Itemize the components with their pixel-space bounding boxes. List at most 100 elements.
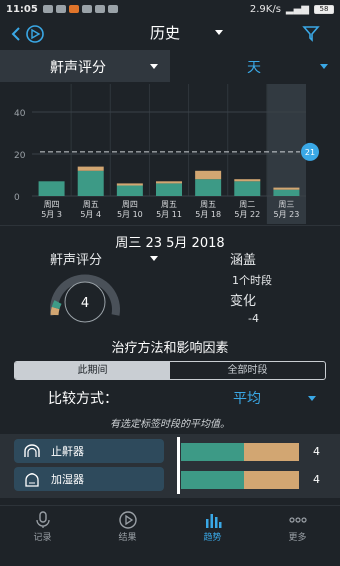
app-screen: 11:05 2.9K/s ▂▄▆ 58 历史 鼾声评分 天 0 20 40 周四… bbox=[0, 0, 340, 566]
message-icon bbox=[55, 5, 66, 13]
app-notification-icon bbox=[81, 5, 92, 13]
x-tick-weekday: 周四 bbox=[44, 200, 60, 209]
metric-dropdown-label: 鼾声评分 bbox=[50, 60, 106, 76]
bar-segment bbox=[234, 181, 261, 196]
bar-segment bbox=[273, 187, 300, 190]
bar-segment bbox=[116, 185, 143, 196]
tab-this-period[interactable]: 此期间 bbox=[15, 362, 170, 379]
chevron-down-icon bbox=[150, 64, 158, 69]
factor-bar-green bbox=[181, 443, 244, 461]
app-notification-icon bbox=[68, 5, 79, 13]
bar-segment bbox=[195, 179, 222, 196]
back-button[interactable] bbox=[10, 24, 50, 44]
bar-segment bbox=[273, 189, 300, 196]
x-tick-weekday: 周二 bbox=[239, 200, 255, 209]
nav-label: 记录 bbox=[33, 533, 52, 543]
chevron-down-icon[interactable] bbox=[308, 396, 316, 401]
bar-segment bbox=[156, 183, 182, 196]
coverage-value: 1个时段 bbox=[232, 274, 272, 287]
average-marker-line bbox=[177, 437, 180, 494]
tab-all-periods[interactable]: 全部时段 bbox=[170, 362, 325, 379]
change-value: -4 bbox=[248, 312, 259, 325]
bar-segment bbox=[116, 183, 143, 186]
selector-row: 鼾声评分 天 bbox=[0, 50, 340, 82]
factor-bar-tan bbox=[243, 471, 299, 489]
x-tick-date: 5月 11 bbox=[156, 210, 182, 219]
y-tick-label: 20 bbox=[14, 151, 26, 161]
score-metric-label[interactable]: 鼾声评分 bbox=[50, 249, 102, 268]
nav-record[interactable]: 记录 bbox=[0, 506, 85, 566]
nav-more[interactable]: 更多 bbox=[255, 506, 340, 566]
y-tick-label: 0 bbox=[14, 193, 20, 203]
signal-icon: ▂▄▆ bbox=[285, 3, 309, 15]
factor-bar bbox=[181, 471, 299, 489]
x-tick-date: 5月 4 bbox=[80, 210, 101, 219]
gauge-score: 4 bbox=[81, 296, 89, 311]
factor-item-mouthguard[interactable]: 止鼾器 bbox=[14, 439, 164, 463]
back-play-icon bbox=[11, 25, 44, 43]
factor-label: 止鼾器 bbox=[51, 445, 84, 458]
x-tick-weekday: 周五 bbox=[83, 200, 99, 209]
metric-dropdown[interactable]: 鼾声评分 bbox=[0, 50, 170, 82]
factor-value: 4 bbox=[313, 445, 320, 458]
nav-label: 趋势 bbox=[203, 533, 222, 543]
bar-segment bbox=[77, 170, 104, 196]
battery-icon: 58 bbox=[314, 4, 334, 14]
factor-label: 加湿器 bbox=[51, 473, 84, 486]
bar-segment bbox=[156, 181, 182, 184]
chat-icon bbox=[42, 5, 53, 13]
x-tick-date: 5月 18 bbox=[195, 210, 221, 219]
bar-segment bbox=[195, 170, 222, 180]
period-segmented-control: 此期间 全部时段 bbox=[14, 361, 326, 380]
bar-segment bbox=[77, 166, 104, 171]
change-title: 变化 bbox=[230, 294, 257, 309]
chart-svg: 02040周四5月 3周五5月 4周四5月 10周五5月 11周五5月 18周二… bbox=[14, 84, 319, 224]
mouthguard-icon bbox=[24, 444, 40, 457]
factor-bar bbox=[181, 443, 299, 461]
chevron-down-icon[interactable] bbox=[150, 256, 158, 261]
compare-label: 比较方式： bbox=[48, 391, 118, 407]
nav-label: 更多 bbox=[288, 533, 307, 543]
factor-item-humidifier[interactable]: 加湿器 bbox=[14, 467, 164, 491]
nav-results[interactable]: 结果 bbox=[85, 506, 170, 566]
network-speed: 2.9K/s bbox=[249, 3, 281, 15]
clock: 11:05 bbox=[6, 3, 38, 15]
app-notification-icon bbox=[107, 5, 118, 13]
status-bar: 11:05 2.9K/s ▂▄▆ 58 bbox=[0, 0, 340, 18]
x-tick-weekday: 周三 bbox=[278, 200, 294, 209]
bar-chart-icon bbox=[205, 514, 221, 528]
bar-segment bbox=[234, 179, 261, 182]
y-tick-label: 40 bbox=[14, 109, 26, 119]
x-tick-weekday: 周五 bbox=[161, 200, 177, 209]
x-tick-date: 5月 3 bbox=[41, 210, 62, 219]
page-title[interactable]: 历史 bbox=[150, 22, 180, 43]
x-tick-date: 5月 10 bbox=[117, 210, 143, 219]
snore-score-chart[interactable]: 0 20 40 周四 5月 3 周五 5月 4 周四 5月 10 周五 5月 11 周五 5月 18 周二… bbox=[0, 84, 340, 224]
chevron-down-icon bbox=[320, 64, 328, 69]
filter-icon[interactable] bbox=[302, 24, 320, 42]
bar-segment bbox=[38, 181, 65, 196]
x-tick-date: 5月 22 bbox=[234, 210, 260, 219]
nav-label: 结果 bbox=[118, 533, 137, 543]
factor-bar-green bbox=[181, 471, 244, 489]
title-bar: 历史 bbox=[0, 18, 340, 48]
compare-note: 有选定标签时段的平均值。 bbox=[110, 419, 230, 430]
period-dropdown-label: 天 bbox=[247, 60, 261, 76]
compare-dropdown[interactable]: 平均 bbox=[233, 388, 261, 408]
coverage-title: 涵盖 bbox=[230, 253, 257, 268]
factor-bar-tan bbox=[243, 443, 299, 461]
chevron-down-icon[interactable] bbox=[215, 30, 223, 35]
microphone-icon bbox=[35, 511, 50, 528]
notification-icons bbox=[42, 5, 118, 13]
more-dots-icon bbox=[288, 517, 307, 523]
play-circle-icon bbox=[118, 511, 137, 529]
snore-score-gauge: 4 bbox=[50, 274, 120, 323]
divider bbox=[0, 225, 340, 226]
nav-trends[interactable]: 趋势 bbox=[170, 506, 255, 566]
app-notification-icon bbox=[94, 5, 105, 13]
x-tick-date: 5月 23 bbox=[274, 210, 300, 219]
humidifier-icon bbox=[25, 473, 39, 487]
bottom-nav: 记录 结果 趋势 更多 bbox=[0, 505, 340, 566]
factor-value: 4 bbox=[313, 473, 320, 486]
factors-section-title: 治疗方法和影响因素 bbox=[111, 341, 229, 356]
